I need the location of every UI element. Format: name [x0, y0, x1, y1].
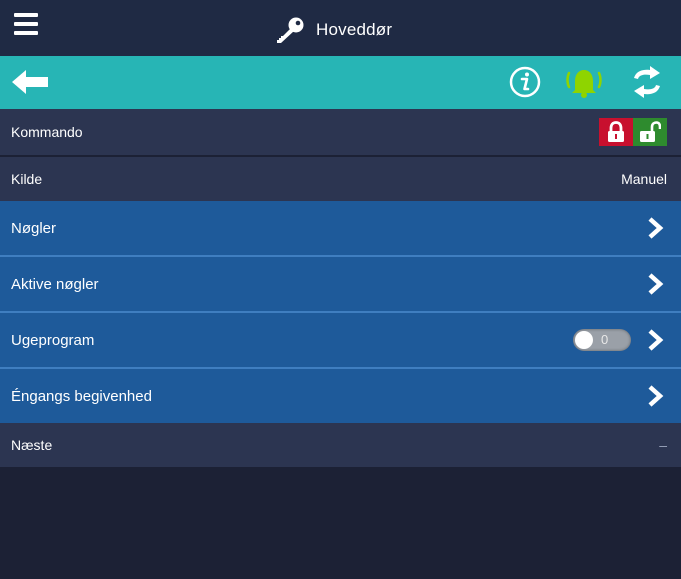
engangs-label: Éngangs begivenhed	[11, 387, 152, 405]
row-engangs-begivenhed[interactable]: Éngangs begivenhed	[0, 369, 681, 423]
action-bar	[0, 56, 681, 109]
lock-closed-icon	[608, 121, 624, 142]
page-title: Hoveddør	[316, 20, 393, 39]
chevron-right-icon[interactable]	[643, 272, 667, 296]
naeste-value: –	[659, 437, 667, 453]
unlock-button[interactable]	[633, 118, 667, 146]
top-bar: Hoveddør	[0, 0, 681, 56]
naeste-label: Næste	[11, 437, 53, 453]
lock-open-icon	[640, 121, 661, 142]
chevron-right-icon[interactable]	[643, 328, 667, 352]
row-nogler[interactable]: Nøgler	[0, 201, 681, 255]
refresh-icon[interactable]	[628, 64, 666, 100]
page-title-group: Hoveddør	[272, 16, 392, 44]
arrow-left-icon[interactable]	[10, 66, 52, 98]
chevron-right-icon[interactable]	[643, 384, 667, 408]
hamburger-menu-icon[interactable]	[14, 13, 38, 35]
key-icon	[277, 17, 304, 43]
toggle-value: 0	[601, 332, 609, 347]
toggle-knob	[575, 331, 593, 349]
lock-button[interactable]	[599, 118, 633, 146]
alarm-bell-icon[interactable]	[565, 64, 603, 100]
chevron-right-icon[interactable]	[643, 216, 667, 240]
kommando-label: Kommando	[11, 124, 83, 140]
ugeprogram-toggle[interactable]: 0	[573, 329, 631, 351]
ugeprogram-label: Ugeprogram	[11, 331, 95, 349]
info-icon[interactable]	[506, 64, 544, 100]
row-aktive-nogler[interactable]: Aktive nøgler	[0, 257, 681, 311]
nogler-label: Nøgler	[11, 219, 57, 237]
row-ugeprogram[interactable]: Ugeprogram 0	[0, 313, 681, 367]
aktive-nogler-label: Aktive nøgler	[11, 275, 99, 293]
row-naeste: Næste –	[0, 423, 681, 467]
row-kommando: Kommando	[0, 109, 681, 155]
row-kilde: Kilde Manuel	[0, 157, 681, 201]
kilde-value: Manuel	[621, 171, 667, 187]
kilde-label: Kilde	[11, 171, 43, 187]
